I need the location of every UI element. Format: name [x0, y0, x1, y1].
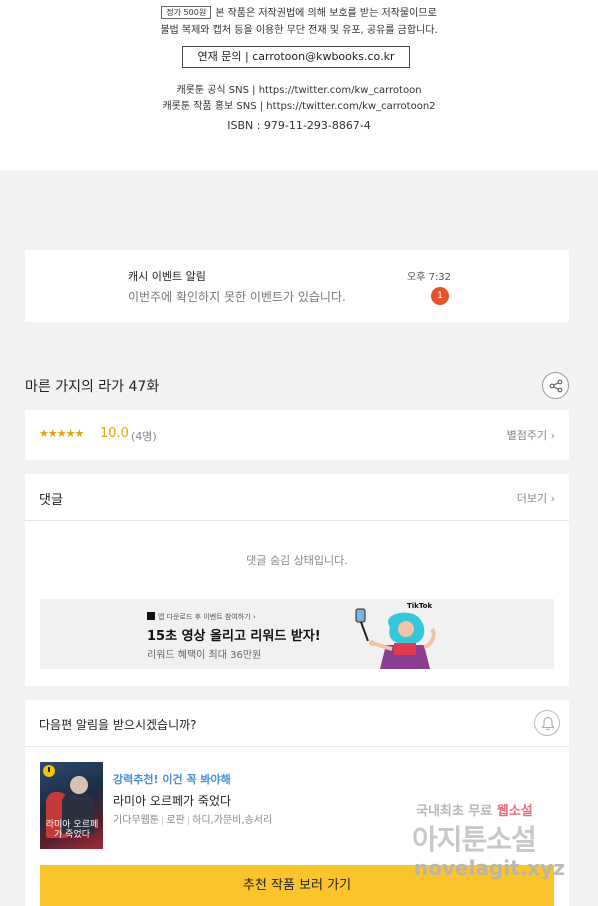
divider [25, 520, 569, 521]
event-notification-card[interactable]: 캐시 이벤트 알림 이번주에 확인하지 못한 이벤트가 있습니다. 오후 7:3… [25, 250, 569, 322]
ad-brand: TikTok [407, 602, 433, 610]
notification-badge: 1 [431, 287, 449, 305]
divider [25, 746, 569, 747]
price-badge: 정가 500원 [161, 6, 212, 19]
cover-title: 라미아 오르페가 죽었다 [45, 820, 99, 840]
tiktok-logo-icon [147, 612, 155, 620]
sns-promo: 캐롯툰 작품 홍보 SNS | https://twitter.com/kw_c… [162, 101, 436, 112]
notification-title: 캐시 이벤트 알림 [128, 270, 206, 283]
rating-card: ★★★★★ 10.0 (4명) 별점주기 › [25, 410, 569, 460]
clock-icon [43, 765, 55, 777]
recommend-genre: 기다무웹툰 [113, 815, 159, 826]
next-episode-question: 다음편 알림을 받으시겠습니까? [39, 718, 197, 732]
copyright-text-1: 본 작품은 저작권법에 의해 보호를 받는 저작물이므로 [215, 8, 437, 19]
watermark-line-1: 국내최초 무료 웹소설 [416, 800, 533, 819]
watermark: 국내최초 무료 웹소설 아지툰소설 novelagit.xyz [408, 796, 588, 892]
share-icon [549, 379, 563, 393]
rating-count: (4명) [131, 430, 157, 443]
recommend-title[interactable]: 라미아 오르페가 죽었다 [113, 792, 231, 809]
watermark-line-3: novelagit.xyz [414, 856, 565, 880]
tiktok-ad-banner[interactable]: 앱 다운로드 후 이벤트 참여하기 › 15초 영상 올리고 리워드 받자! 리… [40, 599, 554, 669]
cover-figure [70, 776, 88, 794]
ad-character-illustration [355, 608, 436, 669]
comments-card: 댓글 더보기 › 댓글 숨김 상태입니다. 앱 다운로드 후 이벤트 참여하기 … [25, 474, 569, 686]
ad-headline: 15초 영상 올리고 리워드 받자! [147, 629, 321, 644]
comments-hidden-notice: 댓글 숨김 상태입니다. [246, 554, 348, 567]
star-rating-icons: ★★★★★ [39, 427, 84, 440]
notify-bell-button[interactable] [534, 710, 560, 736]
notification-time: 오후 7:32 [407, 272, 452, 283]
watermark-highlight: 웹소설 [496, 804, 533, 819]
watermark-line-2: 아지툰소설 [412, 823, 537, 856]
notification-message: 이번주에 확인하지 못한 이벤트가 있습니다. [128, 290, 346, 304]
episode-title: 마른 가지의 라가 47화 [25, 379, 160, 395]
rate-button[interactable]: 별점주기 › [507, 427, 555, 443]
recommend-meta: 기다무웹툰 | 로판 | 하디,가문비,송서리 [113, 815, 273, 826]
copyright-section: 정가 500원 본 작품은 저작권법에 의해 보호를 받는 저작물이므로 불법 복… [0, 0, 598, 170]
recommended-cover-image[interactable]: 라미아 오르페가 죽었다 [40, 762, 103, 849]
contact-box: 연재 문의 | carrotoon@kwbooks.co.kr [182, 46, 410, 68]
recommend-authors: 하디,가문비,송서리 [192, 815, 273, 826]
comments-title: 댓글 [39, 493, 63, 508]
isbn: ISBN : 979-11-293-8867-4 [227, 119, 371, 132]
ad-small-text: 앱 다운로드 후 이벤트 참여하기 › [147, 612, 256, 622]
copyright-line-2: 불법 복제와 캡처 등을 이용한 무단 전재 및 유포, 공유를 금합니다. [160, 25, 438, 36]
copyright-line-1: 정가 500원 본 작품은 저작권법에 의해 보호를 받는 저작물이므로 [0, 4, 598, 19]
recommend-tag: 강력추천! 이건 꼭 봐야해 [113, 773, 231, 786]
share-button[interactable] [542, 372, 569, 399]
sns-official: 캐롯툰 공식 SNS | https://twitter.com/kw_carr… [176, 85, 422, 96]
ad-subtext: 리워드 혜택이 최대 36만원 [147, 650, 262, 661]
recommend-category: 로판 [166, 815, 185, 826]
watermark-prefix: 국내최초 무료 [416, 804, 493, 819]
bell-icon [541, 716, 555, 731]
ad-small-label: 앱 다운로드 후 이벤트 참여하기 › [158, 613, 256, 621]
rating-score: 10.0 [100, 426, 129, 441]
comments-more-button[interactable]: 더보기 › [517, 490, 555, 506]
